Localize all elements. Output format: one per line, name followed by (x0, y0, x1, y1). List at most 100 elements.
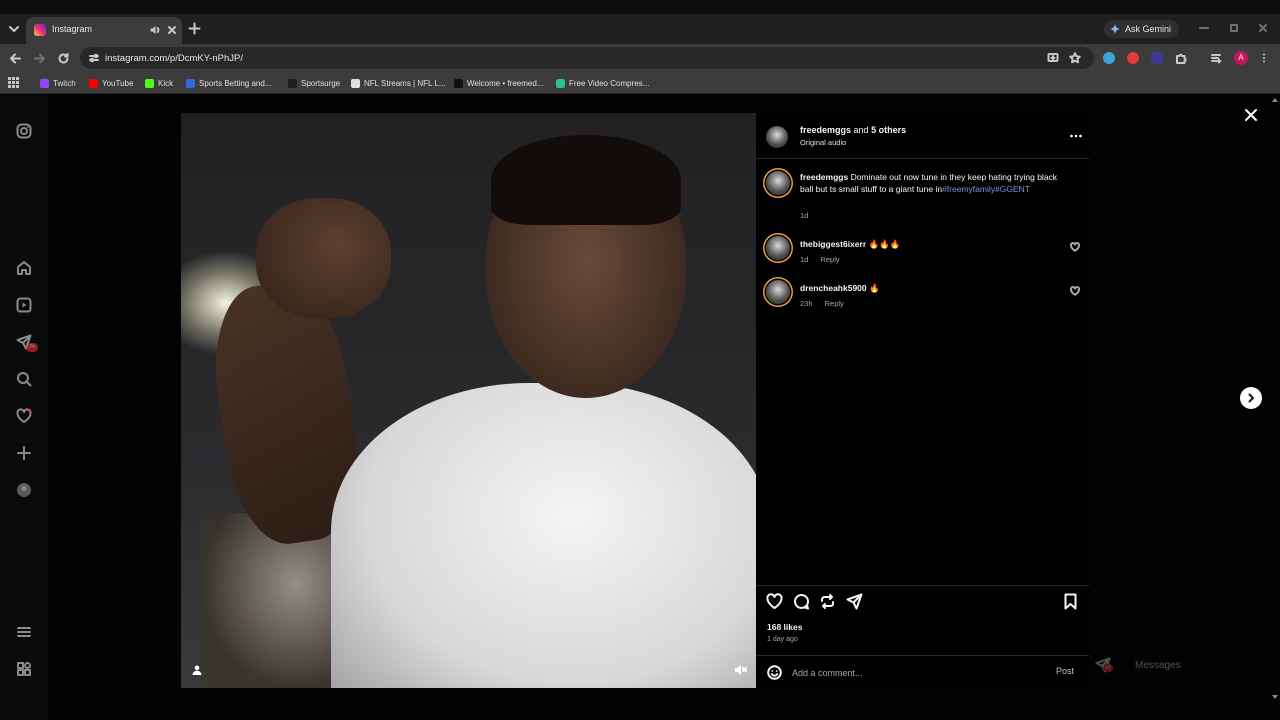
next-post-button[interactable] (1240, 387, 1262, 409)
bookmark-label: Free Video Compres... (569, 78, 650, 88)
url-text[interactable]: instagram.com/p/DcmKY-nPhJP/ (105, 53, 243, 64)
bookmarks-bar: Twitch YouTube Kick Sports Betting and..… (0, 72, 1280, 94)
bookmark-free-video-compressor[interactable]: Free Video Compres... (556, 76, 649, 90)
back-arrow-icon[interactable] (9, 52, 22, 65)
window-close-icon[interactable] (1257, 22, 1269, 34)
post-date: 1 day ago (767, 636, 798, 643)
reading-list-icon[interactable] (1210, 52, 1222, 64)
reply-link[interactable]: Reply (820, 255, 839, 264)
bookmark-star-icon[interactable] (1069, 52, 1081, 64)
scroll-down-arrow-icon[interactable] (1272, 695, 1278, 699)
comment-text: thebiggest6ixerr 🔥🔥🔥 (800, 238, 1062, 250)
instagram-favicon-icon (34, 24, 46, 36)
post-header: freedemggs and 5 others Original audio (756, 113, 1089, 159)
bookmark-nfl-streams[interactable]: NFL Streams | NFL L... (351, 76, 446, 90)
comment-like-heart-icon[interactable] (1070, 286, 1080, 296)
comment-username[interactable]: drencheahk5900 (800, 283, 867, 293)
address-bar[interactable]: instagram.com/p/DcmKY-nPhJP/ (80, 47, 1094, 69)
mute-icon[interactable] (733, 663, 747, 677)
profile-avatar[interactable]: A (1234, 51, 1248, 65)
caption-avatar[interactable] (766, 171, 790, 195)
reload-icon[interactable] (57, 52, 70, 65)
instagram-icon[interactable] (16, 123, 32, 139)
page-scrollbar[interactable] (1270, 95, 1280, 720)
restore-icon[interactable] (1228, 22, 1240, 34)
likes-count[interactable]: 168 likes (767, 622, 802, 632)
comment-avatar[interactable] (766, 280, 790, 304)
new-tab-plus-icon[interactable] (188, 22, 201, 35)
author-username[interactable]: freedemggs (800, 125, 851, 135)
save-bookmark-icon[interactable] (1062, 593, 1079, 610)
author-avatar[interactable] (766, 126, 788, 148)
tagged-user-icon[interactable] (191, 664, 203, 676)
bookmark-sports-betting[interactable]: Sports Betting and... (186, 76, 272, 90)
extension-red-icon[interactable] (1127, 52, 1139, 64)
video-fist (256, 198, 391, 318)
comment-time: 23h (800, 299, 813, 308)
chrome-menu-icon[interactable] (1258, 52, 1270, 64)
bookmark-kick[interactable]: Kick (145, 76, 173, 90)
tab-audio-icon[interactable] (149, 24, 161, 36)
bookmark-label: Sports Betting and... (199, 78, 272, 88)
caption-time: 1d (800, 211, 809, 220)
search-icon[interactable] (16, 371, 32, 387)
scroll-up-arrow-icon[interactable] (1272, 98, 1278, 102)
site-info-icon[interactable] (88, 52, 100, 64)
ask-gemini-label: Ask Gemini (1125, 24, 1172, 34)
close-post-icon[interactable] (1244, 108, 1258, 122)
audio-label[interactable]: Original audio (800, 138, 846, 147)
comment-like-heart-icon[interactable] (1070, 242, 1080, 252)
extension-blue-icon[interactable] (1103, 52, 1115, 64)
minimize-icon[interactable] (1198, 22, 1210, 34)
shield-favicon-icon (186, 78, 195, 88)
browser-tab-instagram[interactable]: Instagram (26, 17, 182, 44)
tab-search-chevron-icon[interactable] (6, 21, 22, 37)
comment-bubble-icon[interactable] (793, 593, 810, 610)
comment-input[interactable] (792, 664, 1042, 681)
share-icon[interactable] (846, 593, 863, 610)
post-comment-button[interactable]: Post (1056, 666, 1074, 676)
messages-widget-badge: 24 (1103, 664, 1113, 672)
comment-username[interactable]: thebiggest6ixerr (800, 239, 866, 249)
home-icon[interactable] (16, 260, 32, 276)
caption-hashtags[interactable]: #freemyfamily#GGENT (942, 184, 1030, 194)
tab-close-icon[interactable] (166, 24, 178, 36)
messages-widget[interactable]: 24 Messages (1093, 652, 1243, 678)
install-app-icon[interactable] (1047, 52, 1059, 64)
caption-username[interactable]: freedemggs (800, 172, 848, 182)
bookmark-youtube[interactable]: YouTube (89, 76, 133, 90)
messages-badge: 24 (26, 343, 38, 352)
profile-icon[interactable] (16, 482, 32, 498)
bookmark-label: YouTube (102, 78, 134, 88)
more-apps-icon[interactable] (16, 661, 32, 677)
caption-meta: 1d (800, 211, 818, 220)
bookmark-label: Sportsurge (301, 78, 341, 88)
bookmark-label: Kick (158, 78, 174, 88)
extensions-puzzle-icon[interactable] (1175, 52, 1187, 64)
bookmark-sportsurge[interactable]: Sportsurge (288, 76, 340, 90)
repost-icon[interactable] (819, 593, 836, 610)
bookmark-twitch[interactable]: Twitch (40, 76, 76, 90)
emoji-icon[interactable] (767, 665, 782, 680)
menu-icon[interactable] (16, 624, 32, 640)
forward-arrow-icon[interactable] (33, 52, 46, 65)
sportsurge-favicon-icon (288, 78, 297, 88)
more-options-icon[interactable] (1069, 133, 1083, 139)
compressor-favicon-icon (556, 78, 565, 88)
bookmark-label: NFL Streams | NFL L... (364, 78, 446, 88)
bookmark-label: Welcome • freemed... (467, 78, 544, 88)
bookmark-freemed[interactable]: Welcome • freemed... (454, 76, 543, 90)
collaborators-link[interactable]: 5 others (871, 125, 906, 135)
comment-avatar[interactable] (766, 236, 790, 260)
create-plus-icon[interactable] (16, 445, 32, 461)
notifications-heart-icon[interactable] (16, 408, 32, 424)
extension-purple-icon[interactable] (1151, 52, 1163, 64)
reply-link[interactable]: Reply (825, 299, 844, 308)
reel-video[interactable] (181, 113, 756, 688)
caption-text: freedemggs Dominate out now tune in they… (800, 171, 1062, 195)
apps-grid-icon[interactable] (8, 77, 19, 88)
like-heart-icon[interactable] (766, 593, 783, 610)
reels-icon[interactable] (16, 297, 32, 313)
ask-gemini-button[interactable]: Ask Gemini (1104, 20, 1180, 38)
play-favicon-icon (454, 78, 463, 88)
